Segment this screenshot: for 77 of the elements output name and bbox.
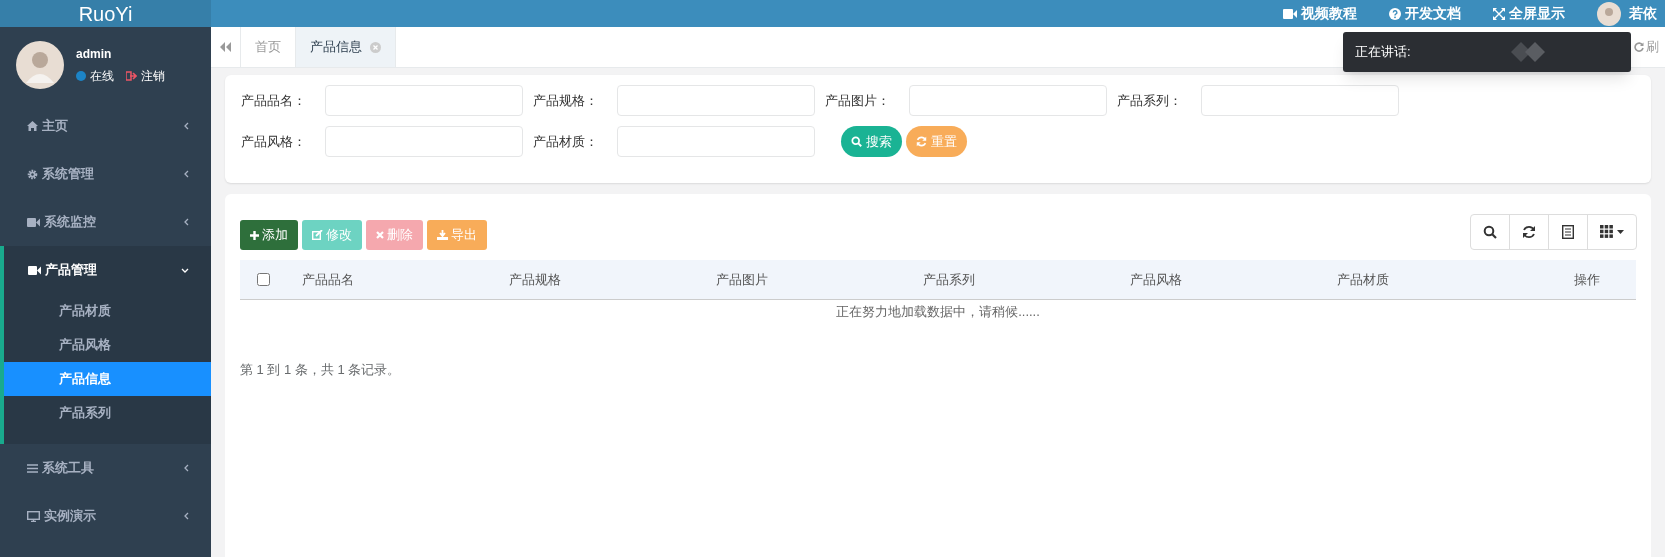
submenu-item[interactable]: 产品系列 [4, 396, 211, 430]
chevron-down-icon [181, 267, 189, 273]
gear-icon [27, 168, 38, 180]
tab[interactable]: 产品信息 [296, 27, 396, 67]
help-icon [1389, 7, 1401, 20]
header-link[interactable]: 开发文档 [1389, 3, 1461, 24]
sidebar-item[interactable]: 系统工具 [0, 444, 211, 492]
user-name: admin [76, 45, 113, 63]
field-label: 产品系列： [1117, 91, 1183, 110]
refresh-tab-text[interactable]: 刷 [1646, 37, 1659, 57]
input-field[interactable] [325, 85, 523, 116]
pagination-info: 第 1 到 1 条，共 1 条记录。 [240, 360, 402, 379]
avatar [1597, 1, 1621, 26]
add-button[interactable]: 添加 [240, 220, 298, 250]
input-field[interactable] [617, 85, 815, 116]
logo-text: RuoYi [78, 3, 133, 24]
field-label: 产品规格： [533, 91, 599, 110]
field-label: 产品风格： [241, 132, 307, 151]
expand-arrows-icon [1493, 7, 1505, 20]
sidebar-item[interactable]: 实例演示 [0, 492, 211, 540]
field-label: 产品品名： [241, 91, 307, 110]
toast-text: 正在讲话: [1355, 43, 1411, 62]
close-icon [376, 231, 384, 239]
monitor-icon [27, 510, 40, 522]
loading-message: 正在努力地加载数据中，请稍候...... [835, 303, 1041, 321]
search-icon [851, 136, 862, 147]
header-link[interactable]: 视频教程 [1283, 3, 1357, 24]
grid-icon [1600, 225, 1613, 238]
status-text: 在线 [90, 67, 114, 85]
column-header: 产品品名 [301, 270, 355, 289]
video-camera-icon [28, 265, 41, 275]
logout-icon [126, 70, 137, 81]
list-icon [1562, 224, 1574, 239]
input-field[interactable] [617, 126, 815, 157]
submenu-item[interactable]: 产品信息 [4, 362, 211, 396]
sidebar-item[interactable]: 主页 [0, 102, 211, 150]
submenu-item[interactable]: 产品风格 [4, 328, 211, 362]
header-link[interactable]: 全屏显示 [1493, 3, 1565, 24]
sidebar-item[interactable]: 产品管理 [4, 246, 211, 294]
input-field[interactable] [909, 85, 1107, 116]
video-camera-icon [27, 217, 40, 227]
double-left-arrow-icon [220, 42, 231, 52]
refresh-icon [916, 136, 927, 147]
submenu-item[interactable]: 产品材质 [4, 294, 211, 328]
column-header: 产品系列 [922, 270, 976, 289]
column-header: 操作 [1572, 270, 1601, 289]
home-icon [27, 121, 38, 131]
chevron-left-icon [184, 464, 189, 472]
search-button[interactable]: 搜索 [841, 126, 902, 157]
column-header: 产品规格 [508, 270, 562, 289]
chevron-left-icon [184, 122, 189, 130]
column-header: 产品材质 [1336, 270, 1390, 289]
edit-icon [312, 230, 323, 240]
chevron-left-icon [184, 170, 189, 178]
input-field[interactable] [1201, 85, 1399, 116]
select-all-checkbox[interactable] [257, 273, 270, 286]
logout-link[interactable]: 注销 [141, 66, 165, 85]
chevron-left-icon [184, 218, 189, 226]
video-camera-icon [1283, 8, 1297, 19]
user-menu[interactable]: 若依 [1629, 3, 1657, 24]
search-icon [1483, 224, 1497, 239]
sidebar-item[interactable]: 系统管理 [0, 150, 211, 198]
sidebar-item[interactable]: 系统监控 [0, 198, 211, 246]
field-label: 产品材质： [533, 132, 599, 151]
column-header: 产品风格 [1129, 270, 1183, 289]
avatar [16, 40, 64, 89]
caret-icon [1617, 229, 1624, 234]
input-field[interactable] [325, 126, 523, 157]
field-label: 产品图片： [825, 91, 891, 110]
plus-icon [250, 230, 259, 240]
menu-lines-icon [27, 463, 38, 473]
chevron-left-icon [184, 512, 189, 520]
refresh-icon [1522, 224, 1536, 239]
download-icon [437, 230, 448, 240]
column-header: 产品图片 [715, 270, 769, 289]
close-icon[interactable] [370, 41, 381, 53]
refresh-icon [1634, 42, 1644, 52]
